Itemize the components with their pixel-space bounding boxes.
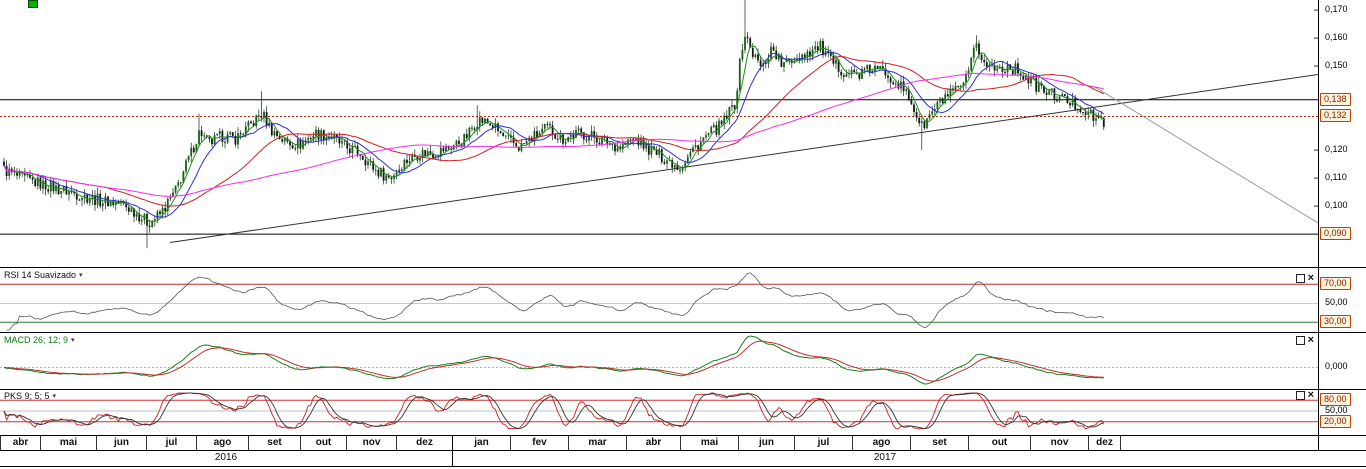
restore-icon[interactable] xyxy=(1296,336,1305,345)
pks-scale-label: 20,00 xyxy=(1320,415,1351,428)
pks-panel-controls: × xyxy=(1296,391,1314,400)
close-icon[interactable]: × xyxy=(1308,274,1314,283)
macd-panel-controls: × xyxy=(1296,336,1314,345)
month-label: set xyxy=(248,436,300,450)
month-label: fev xyxy=(510,436,568,450)
price-scale-label: 0,160 xyxy=(1325,32,1348,43)
time-axis-months: abrmaijunjulagosetoutnovdezjanfevmarabrm… xyxy=(0,436,1366,450)
price-scale-label: 0,150 xyxy=(1325,60,1348,71)
level-value-label: 0,132 xyxy=(1320,109,1351,122)
price-scale-label: 0,110 xyxy=(1325,172,1347,183)
panel-separator xyxy=(0,267,1366,268)
macd-scale-label: 0,000 xyxy=(1325,361,1348,372)
rsi-panel-controls: × xyxy=(1296,274,1314,283)
bottom-border xyxy=(0,466,1366,467)
pks-panel-canvas[interactable] xyxy=(0,390,1318,434)
month-label: nov xyxy=(1030,436,1088,450)
rsi-scale-label: 30,00 xyxy=(1320,315,1351,328)
price-scale-label: 0,100 xyxy=(1325,200,1348,211)
restore-icon[interactable] xyxy=(1296,391,1305,400)
level-value-label: 0,090 xyxy=(1320,227,1351,240)
macd-panel-header: MACD 26; 12; 9 ▾ xyxy=(4,335,75,345)
month-label: jan xyxy=(452,436,510,450)
close-icon[interactable]: × xyxy=(1308,336,1314,345)
chevron-down-icon[interactable]: ▾ xyxy=(71,336,75,344)
rsi-indicator-label[interactable]: RSI 14 Suavizado xyxy=(4,270,76,280)
axis-end-tick xyxy=(1120,436,1121,450)
month-label: jun xyxy=(738,436,794,450)
month-label: jun xyxy=(96,436,146,450)
month-label: jul xyxy=(146,436,196,450)
month-label: ago xyxy=(196,436,248,450)
close-icon[interactable]: × xyxy=(1308,391,1314,400)
pks-indicator-label[interactable]: PKS 9; 5; 5 xyxy=(4,391,50,401)
value-axis: 0,170 0,160 0,150 0,138 0,132 0,120 0,110 0,100… xyxy=(1319,0,1366,466)
chevron-down-icon[interactable]: ▾ xyxy=(79,271,83,279)
month-label: set xyxy=(910,436,968,450)
month-label: out xyxy=(968,436,1030,450)
time-axis-years: 20162017 xyxy=(0,451,1366,466)
level-value-label: 0,138 xyxy=(1320,93,1351,106)
month-label: dez xyxy=(396,436,452,450)
pks-panel-header: PKS 9; 5; 5 ▾ xyxy=(4,391,56,401)
price-scale-label: 0,170 xyxy=(1325,4,1348,15)
chevron-down-icon[interactable]: ▾ xyxy=(53,392,57,400)
panel-separator xyxy=(0,389,1366,390)
month-label: abr xyxy=(626,436,680,450)
month-label: nov xyxy=(346,436,396,450)
rsi-scale-label: 50,00 xyxy=(1325,297,1348,308)
month-label: mai xyxy=(40,436,96,450)
month-label: ago xyxy=(852,436,910,450)
month-label: abr xyxy=(0,436,40,450)
year-label: 2017 xyxy=(452,451,1318,466)
rsi-scale-label: 70,00 xyxy=(1320,277,1351,290)
rsi-panel-header: RSI 14 Suavizado ▾ xyxy=(4,270,83,280)
price-chart-canvas[interactable] xyxy=(0,0,1318,267)
chart-window: RSI 14 Suavizado ▾ × MACD 26; 12; 9 ▾ × … xyxy=(0,0,1366,469)
price-scale-label: 0,120 xyxy=(1325,144,1348,155)
month-label: dez xyxy=(1088,436,1120,450)
year-label: 2016 xyxy=(0,451,452,466)
macd-panel-canvas[interactable] xyxy=(0,333,1318,388)
rsi-panel-canvas[interactable] xyxy=(0,268,1318,331)
month-label: mai xyxy=(680,436,738,450)
month-label: out xyxy=(300,436,346,450)
month-label: jul xyxy=(794,436,852,450)
year-divider xyxy=(452,435,453,466)
restore-icon[interactable] xyxy=(1296,274,1305,283)
panel-separator xyxy=(0,332,1366,333)
macd-indicator-label[interactable]: MACD 26; 12; 9 xyxy=(4,335,68,345)
month-label: mar xyxy=(568,436,626,450)
